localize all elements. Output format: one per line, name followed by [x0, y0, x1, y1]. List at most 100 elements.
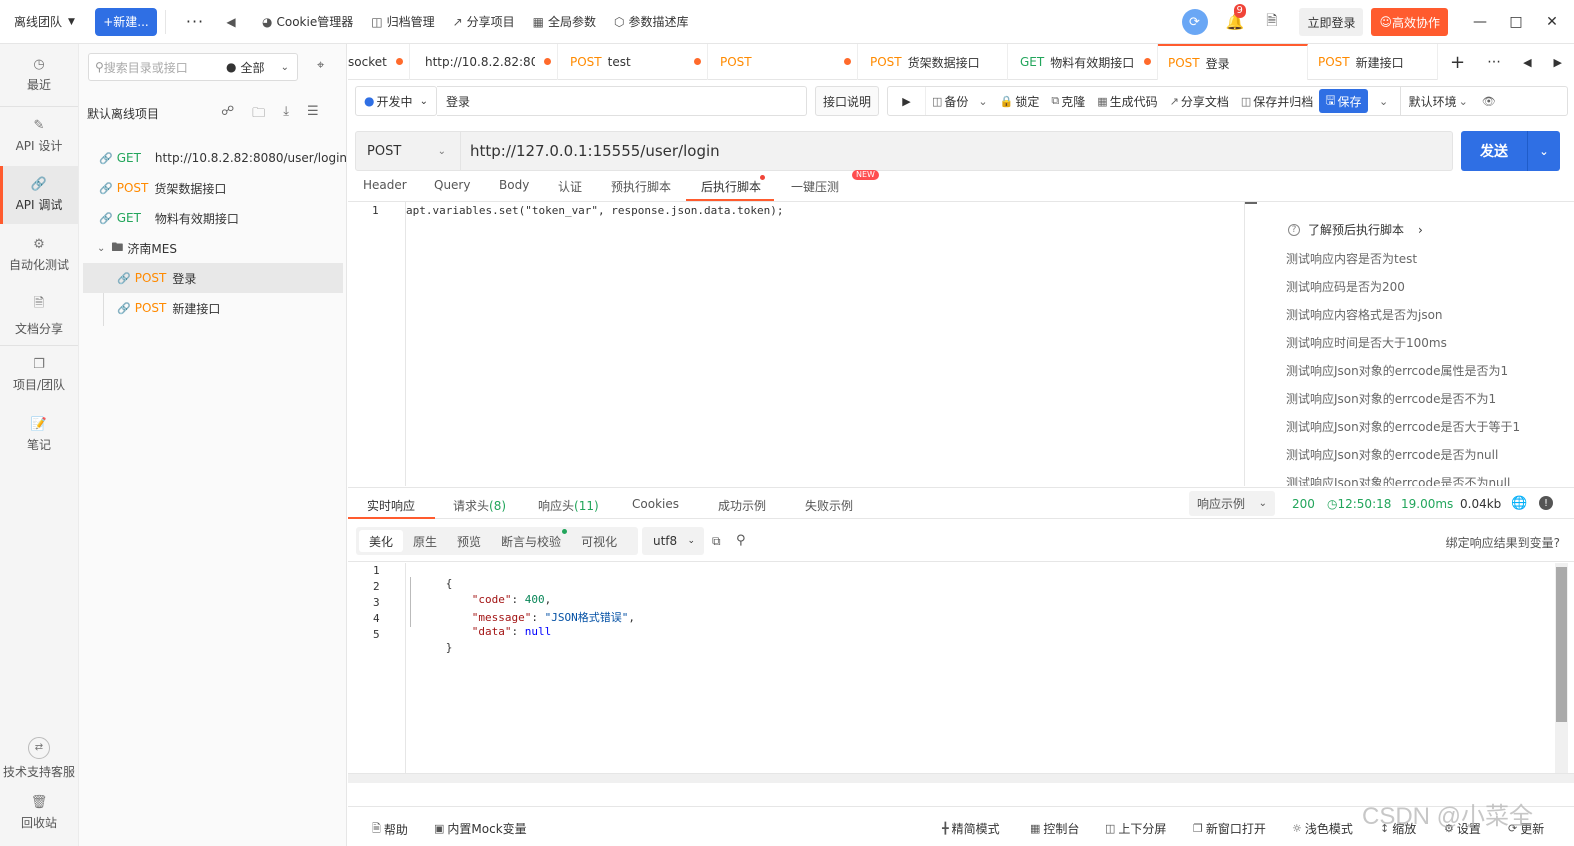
mock-vars-button[interactable]: ▣ 内置Mock变量 — [434, 820, 527, 837]
filter-select[interactable]: ● 全部 — [226, 59, 265, 76]
more-icon[interactable]: ⋯ — [1487, 54, 1501, 70]
view-preview[interactable]: 预览 — [447, 530, 491, 552]
directory-search[interactable]: ⚲ 搜索目录或接口 ● 全部 ⌄ — [88, 53, 298, 81]
resp-tab-cookies[interactable]: Cookies — [632, 497, 679, 511]
next-tab-icon[interactable]: ▶ — [1554, 56, 1562, 69]
nav-api-design[interactable]: ✎ API 设计 — [0, 107, 78, 165]
info-icon[interactable]: ! — [1539, 496, 1553, 510]
nav-doc-share[interactable]: 🗎 文档分享 — [0, 286, 78, 344]
new-window-button[interactable]: ❐ 新窗口打开 — [1193, 820, 1266, 837]
subtab-stress-test[interactable]: 一键压测 — [791, 178, 839, 195]
locate-icon[interactable]: ⌖ — [317, 58, 324, 73]
url-input[interactable]: http://127.0.0.1:15555/user/login — [461, 131, 1453, 171]
subtab-post-script[interactable]: 后执行脚本 — [701, 178, 761, 195]
send-button[interactable]: 发送 ⌄ — [1461, 131, 1560, 171]
encoding-select[interactable]: utf8 ⌄ — [642, 527, 704, 555]
sync-icon[interactable]: ⟳ — [1181, 9, 1208, 35]
nav-notes[interactable]: 📝 笔记 — [0, 406, 78, 464]
resp-tab-req-headers[interactable]: 请求头(8) — [453, 497, 506, 514]
notification-button[interactable]: 🔔 9 — [1226, 4, 1246, 31]
nav-project-team[interactable]: ❐ 项目/团队 — [0, 346, 78, 404]
split-view-button[interactable]: ◫ 上下分屏 — [1105, 820, 1166, 837]
api-doc-button[interactable]: 接口说明 — [815, 86, 879, 116]
login-button[interactable]: 立即登录 — [1299, 8, 1364, 36]
new-button[interactable]: +新建... — [95, 7, 157, 36]
snippet-item[interactable]: 测试响应Json对象的errcode是否不为null — [1286, 474, 1510, 486]
notes-icon[interactable]: 🗎 — [1266, 10, 1277, 34]
light-mode-button[interactable]: ☼ 浅色模式 — [1292, 820, 1353, 837]
subtab-query[interactable]: Query — [434, 178, 470, 192]
response-example-select[interactable]: 响应示例 ⌄ — [1189, 491, 1275, 516]
save-archive-button[interactable]: ◫ 保存并归档 — [1235, 87, 1319, 115]
archive-manager-button[interactable]: ◫ 归档管理 — [371, 13, 434, 30]
maximize-button[interactable]: □ — [1498, 14, 1534, 30]
status-select[interactable]: ● 开发中 ⌄ — [355, 86, 437, 116]
response-scrollbar[interactable] — [1555, 563, 1568, 773]
view-assertion[interactable]: 断言与校验 — [491, 529, 571, 552]
chevron-down-icon[interactable]: ⌄ — [1528, 145, 1560, 158]
view-beautify[interactable]: 美化 — [359, 530, 404, 552]
snippet-item[interactable]: 测试响应码是否为200 — [1286, 278, 1405, 295]
nav-automation[interactable]: ⚙ 自动化测试 — [0, 226, 78, 284]
clone-button[interactable]: ⧉ 克隆 — [1045, 87, 1091, 115]
globe-icon[interactable]: 🌐 — [1511, 496, 1527, 511]
param-library-button[interactable]: ⬡ 参数描述库 — [614, 13, 689, 30]
view-raw[interactable]: 原生 — [403, 530, 447, 552]
backup-button[interactable]: ◫ 备份 ⌄ — [926, 87, 994, 115]
search-icon[interactable]: ⚲ — [736, 533, 746, 548]
method-select[interactable]: POST ⌄ — [355, 131, 461, 171]
minimize-button[interactable]: — — [1462, 14, 1498, 30]
run-button[interactable]: ▶ — [888, 87, 926, 115]
snippet-item[interactable]: 测试响应Json对象的errcode是否大于等于1 — [1286, 418, 1520, 435]
snippet-item[interactable]: 测试响应Json对象的errcode是否不为1 — [1286, 390, 1496, 407]
link-add-icon[interactable]: ☍ — [221, 104, 234, 126]
nav-trash[interactable]: 🗑 回收站 — [0, 784, 78, 842]
post-script-editor[interactable]: 1 apt.variables.set("token_var", respons… — [348, 202, 1257, 486]
more-icon[interactable]: ··· — [182, 12, 208, 31]
nav-support[interactable]: ⇄ 技术支持客服 — [0, 729, 78, 787]
folder-add-icon[interactable]: 🗀 — [252, 104, 265, 126]
tree-item[interactable]: 🔗 POST 登录 — [83, 263, 343, 293]
scrollbar-thumb[interactable] — [1556, 567, 1567, 722]
nav-api-debug[interactable]: 🔗 API 调试 — [0, 166, 78, 224]
nav-recent[interactable]: ◷ 最近 — [0, 46, 78, 104]
tab-new-api[interactable]: POST 新建接口 — [1308, 44, 1438, 80]
bind-response-link[interactable]: 绑定响应结果到变量? — [1446, 534, 1560, 551]
tab-test[interactable]: POST test — [558, 44, 708, 80]
api-name-input[interactable]: 登录 — [437, 86, 807, 116]
env-select[interactable]: 默认环境 ⌄ — [1401, 87, 1474, 115]
save-button[interactable]: 🖫 保存 — [1319, 89, 1368, 113]
scrollbar-thumb[interactable] — [1245, 202, 1257, 204]
tab-http[interactable]: http://10.8.2.82:8080 — [410, 44, 558, 80]
share-project-button[interactable]: ↗ 分享项目 — [453, 13, 515, 30]
collapse-left-icon[interactable]: ◀ — [218, 15, 244, 29]
team-selector[interactable]: 离线团队 ▼ — [0, 13, 84, 30]
cookie-manager-button[interactable]: ◕ Cookie管理器 — [262, 13, 353, 30]
snippet-item[interactable]: 测试响应内容是否为test — [1286, 250, 1417, 267]
snippet-item[interactable]: 测试响应Json对象的errcode属性是否为1 — [1286, 362, 1508, 379]
tree-folder[interactable]: ⌄ 🖿 济南MES — [83, 233, 343, 263]
simple-mode-button[interactable]: ╋ 精简模式 — [942, 820, 1000, 837]
help-button[interactable]: 🗎 帮助 — [372, 820, 408, 839]
env-view-button[interactable]: 👁 — [1474, 87, 1502, 115]
close-button[interactable]: ✕ — [1534, 14, 1570, 30]
gen-code-button[interactable]: ▦ 生成代码 — [1091, 87, 1163, 115]
tab-shelf-data[interactable]: POST 货架数据接口 — [858, 44, 1008, 80]
import-icon[interactable]: ⤓ — [283, 104, 289, 126]
tab-socket[interactable]: socket — [348, 44, 410, 80]
subtab-auth[interactable]: 认证 — [558, 178, 582, 195]
view-visualize[interactable]: 可视化 — [571, 530, 627, 552]
global-params-button[interactable]: ▦ 全局参数 — [533, 13, 596, 30]
copy-icon[interactable]: ⧉ — [712, 534, 721, 549]
tree-item[interactable]: 🔗 POST 货架数据接口 — [83, 173, 343, 203]
subtab-body[interactable]: Body — [499, 178, 529, 192]
subtab-pre-script[interactable]: 预执行脚本 — [611, 178, 671, 195]
tree-item[interactable]: 🔗 GET 物料有效期接口 — [83, 203, 343, 233]
editor-scrollbar[interactable] — [1244, 202, 1257, 486]
snippet-item[interactable]: 测试响应Json对象的errcode是否为null — [1286, 446, 1498, 463]
snippets-help-link[interactable]: ? 了解预后执行脚本 › — [1288, 221, 1423, 238]
tab-login[interactable]: POST 登录 — [1158, 44, 1308, 80]
sort-icon[interactable]: ☰ — [307, 104, 319, 126]
tab-material-expiry[interactable]: GET 物料有效期接口 — [1008, 44, 1158, 80]
horizontal-scrollbar[interactable] — [348, 773, 1574, 783]
